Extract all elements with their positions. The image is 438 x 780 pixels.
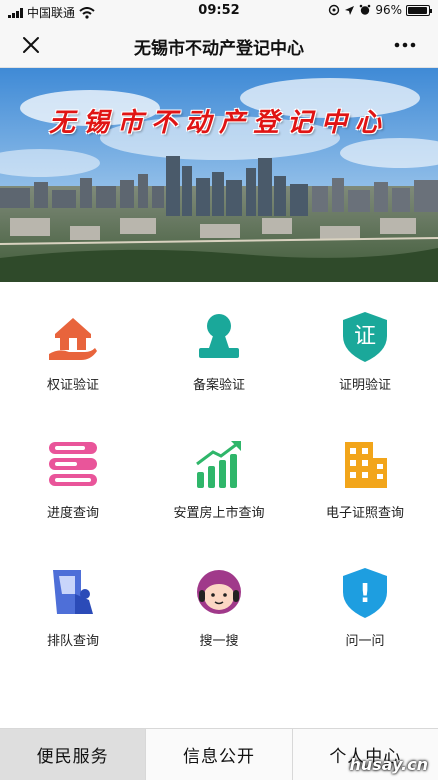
grid-item-label: 备案验证 bbox=[192, 378, 245, 393]
house-hand-icon bbox=[49, 318, 97, 360]
service-grid: 权证验证 备案验证 证 证明验证 进度查询 安置房上市查询 电子证照查询 排队查… bbox=[0, 282, 438, 722]
certificate-glyph: 证 bbox=[354, 324, 376, 349]
grid-item-e-license-query[interactable]: 电子证照查询 bbox=[292, 436, 438, 521]
alarm-icon bbox=[360, 4, 371, 15]
alert-glyph: ! bbox=[359, 579, 371, 609]
grid-item-label: 问一问 bbox=[345, 634, 385, 649]
grid-item-ownership-verify[interactable]: 权证验证 bbox=[0, 308, 146, 393]
grid-item-label: 权证验证 bbox=[46, 378, 99, 393]
growth-chart-icon bbox=[196, 441, 241, 488]
banner-title: 无锡市不动产登记中心 bbox=[48, 108, 389, 138]
headset-agent-icon bbox=[197, 570, 241, 614]
grid-item-search[interactable]: 搜一搜 bbox=[146, 564, 292, 649]
building-icon bbox=[345, 442, 387, 488]
battery-percent: 96% bbox=[375, 3, 402, 17]
tab-information-disclosure[interactable]: 信息公开 bbox=[146, 729, 293, 780]
location-icon bbox=[345, 5, 355, 15]
grid-item-label: 进度查询 bbox=[46, 506, 99, 521]
grid-item-filing-verify[interactable]: 备案验证 bbox=[146, 308, 292, 393]
certificate-shield-icon: 证 bbox=[343, 312, 387, 362]
rotation-lock-icon bbox=[329, 4, 340, 16]
grid-item-label: 搜一搜 bbox=[199, 634, 239, 649]
alert-shield-icon: ! bbox=[343, 568, 387, 618]
battery-fill bbox=[408, 6, 428, 14]
grid-item-resettlement-query[interactable]: 安置房上市查询 bbox=[146, 436, 292, 521]
status-bar: 中国联通 09:52 96% bbox=[0, 0, 438, 22]
watermark: husay.cn bbox=[349, 755, 428, 774]
grid-item-certificate-verify[interactable]: 证 证明验证 bbox=[292, 308, 438, 393]
queue-ticket-icon bbox=[53, 570, 93, 614]
banner-image[interactable]: 无锡市不动产登记中心 bbox=[0, 68, 438, 282]
city-skyline-illustration bbox=[0, 68, 438, 282]
more-options-icon[interactable] bbox=[392, 32, 418, 58]
grid-item-label: 电子证照查询 bbox=[325, 506, 404, 521]
page-title: 无锡市不动产登记中心 bbox=[134, 39, 304, 59]
grid-item-label: 排队查询 bbox=[46, 634, 99, 649]
nav-bar: 无锡市不动产登记中心 bbox=[0, 22, 438, 68]
progress-bars-icon bbox=[49, 442, 97, 486]
tab-convenience-services[interactable]: 便民服务 bbox=[0, 729, 147, 780]
status-right: 96% bbox=[328, 3, 432, 17]
person-stamp-icon bbox=[199, 314, 239, 358]
grid-item-queue-query[interactable]: 排队查询 bbox=[0, 564, 146, 649]
grid-item-progress-query[interactable]: 进度查询 bbox=[0, 436, 146, 521]
grid-item-label: 安置房上市查询 bbox=[173, 506, 265, 521]
grid-item-ask[interactable]: ! 问一问 bbox=[292, 564, 438, 649]
grid-item-label: 证明验证 bbox=[338, 378, 391, 393]
battery-icon bbox=[406, 4, 432, 16]
